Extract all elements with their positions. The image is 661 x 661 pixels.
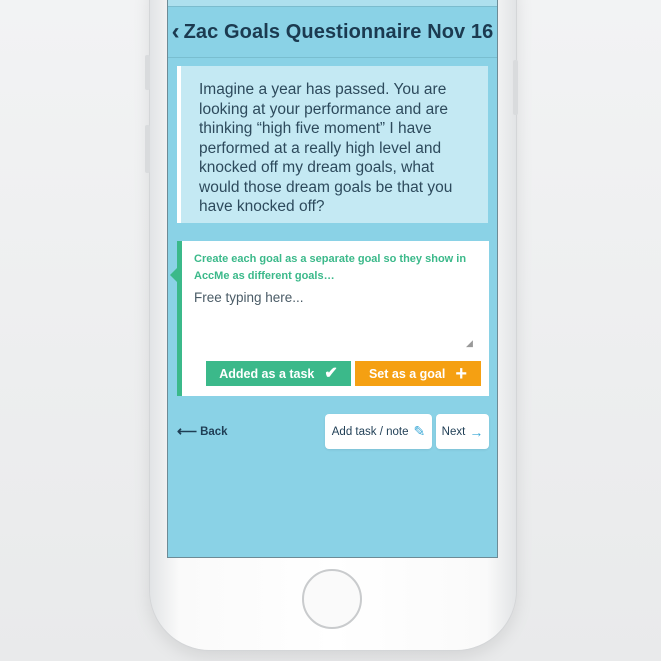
home-button[interactable] xyxy=(302,569,362,629)
app-header: ‹ Zac Goals Questionnaire Nov 16 xyxy=(168,7,497,58)
arrow-right-icon: → xyxy=(469,423,484,440)
question-text: Imagine a year has passed. You are looki… xyxy=(199,81,453,215)
pencil-icon: ✎ xyxy=(413,423,426,439)
add-task-note-button[interactable]: Add task / note ✎ xyxy=(325,414,432,449)
answer-textarea[interactable] xyxy=(194,290,474,348)
back-label: Back xyxy=(200,425,228,438)
set-as-goal-button[interactable]: Set as a goal + xyxy=(355,361,481,386)
app-screen: ‹ Zac Goals Questionnaire Nov 16 Imagine… xyxy=(167,0,498,558)
volume-up-button xyxy=(145,55,150,90)
resize-grip-icon[interactable]: ◢ xyxy=(466,339,473,348)
power-button xyxy=(513,60,518,115)
next-button[interactable]: Next → xyxy=(436,414,489,449)
volume-down-button xyxy=(145,125,150,173)
plus-icon: + xyxy=(455,362,468,385)
arrow-left-icon: ⟵ xyxy=(177,423,198,439)
next-label: Next xyxy=(441,425,466,438)
answer-card: Create each goal as a separate goal so t… xyxy=(170,241,489,396)
chevron-left-icon[interactable]: ‹ xyxy=(172,20,180,44)
goal-button-label: Set as a goal xyxy=(368,366,446,381)
page-title: Zac Goals Questionnaire Nov 16 xyxy=(183,20,494,43)
goal-hint: Create each goal as a separate goal so t… xyxy=(194,253,467,282)
answer-pointer xyxy=(170,267,178,283)
task-button-label: Added as a task xyxy=(219,366,315,381)
check-icon: ✔ xyxy=(324,364,338,382)
add-note-label: Add task / note xyxy=(331,425,409,438)
question-box: Imagine a year has passed. You are looki… xyxy=(177,66,488,223)
status-strip xyxy=(168,0,497,7)
added-as-task-button[interactable]: Added as a task ✔ xyxy=(206,361,351,386)
back-link[interactable]: ⟵ Back xyxy=(177,423,228,440)
